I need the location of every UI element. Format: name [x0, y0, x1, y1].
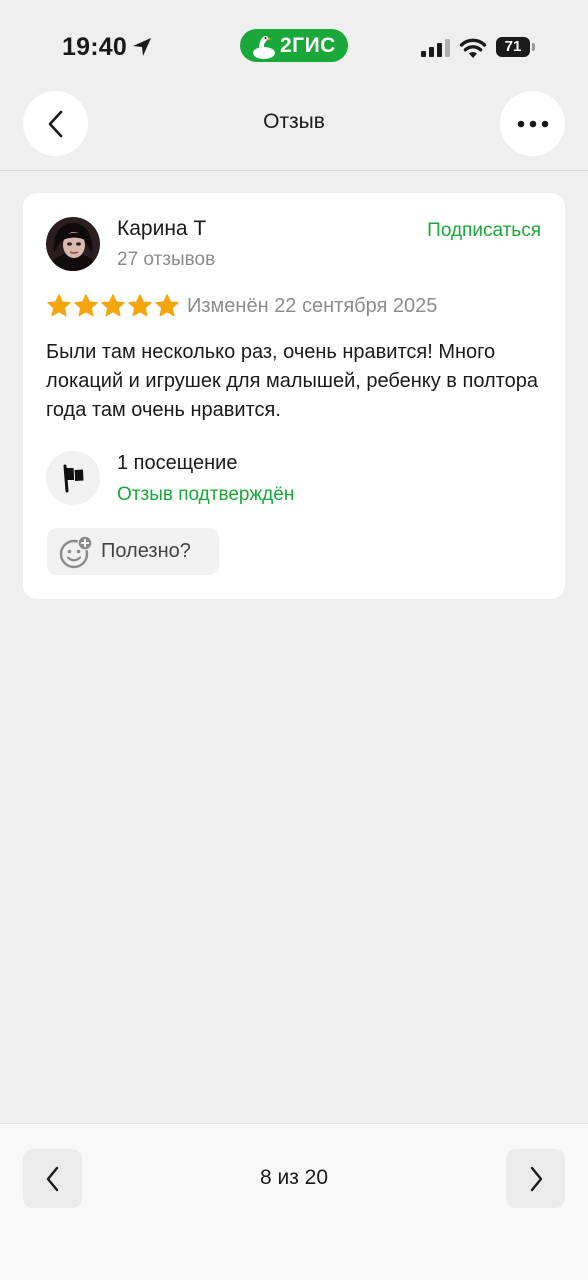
helpful-button[interactable]: Полезно?	[47, 528, 219, 575]
visit-icon-container	[46, 451, 100, 505]
star-icon	[155, 294, 179, 317]
brand-badge: 2ГИС	[240, 29, 348, 62]
author-review-count: 27 отзывов	[117, 249, 216, 270]
avatar-image	[46, 217, 100, 271]
star-icon	[128, 294, 152, 317]
pager-bar: 8 из 20	[0, 1123, 588, 1280]
chevron-right-icon	[530, 1166, 542, 1191]
flag-icon	[63, 464, 84, 493]
star-icon	[47, 294, 71, 317]
cellular-signal-icon	[421, 39, 450, 57]
battery-level: 71	[504, 38, 522, 55]
status-bar: 19:40 2ГИС 71	[0, 0, 588, 90]
pager-position: 8 из 20	[259, 1166, 329, 1189]
smile-plus-icon	[59, 535, 93, 569]
verified-status: Отзыв подтверждён	[117, 484, 295, 505]
rating-stars	[46, 293, 180, 319]
review-text: Были там несколько раз, очень нравится! …	[46, 341, 538, 421]
location-arrow-icon	[133, 38, 151, 56]
helpful-label: Полезно?	[101, 540, 191, 562]
star-icon	[101, 294, 125, 317]
avatar[interactable]	[46, 217, 100, 271]
subscribe-button[interactable]: Подписаться	[427, 220, 541, 242]
wifi-icon	[459, 38, 487, 58]
review-card: Карина Т 27 отзывов Подписаться Изменён …	[23, 193, 565, 599]
goose-logo-icon	[253, 35, 275, 59]
nav-bar: Отзыв	[0, 90, 588, 171]
clock: 19:40	[62, 33, 127, 61]
visit-count: 1 посещение	[117, 452, 238, 474]
author-name[interactable]: Карина Т	[117, 217, 206, 241]
star-icon	[74, 294, 98, 317]
edited-date: Изменён 22 сентября 2025	[187, 295, 438, 317]
more-horizontal-icon	[517, 120, 548, 127]
brand-name: 2ГИС	[280, 34, 336, 57]
battery-indicator: 71	[496, 37, 530, 57]
next-review-button[interactable]	[506, 1149, 565, 1208]
more-options-button[interactable]	[500, 91, 565, 156]
battery-cap	[532, 43, 535, 51]
